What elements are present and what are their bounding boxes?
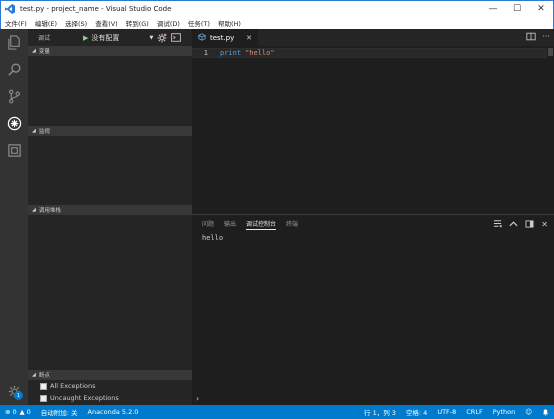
window-title: test.py - project_name - Visual Studio C…: [20, 4, 172, 13]
debug-config-select[interactable]: 没有配置 ▼: [91, 33, 153, 43]
debug-settings-icon[interactable]: [156, 32, 167, 43]
chevron-down-icon: ▼: [149, 34, 154, 41]
minimize-button[interactable]: —: [481, 1, 505, 16]
code-string: "hello": [245, 49, 275, 57]
warning-icon: ▲: [19, 408, 25, 416]
code-line: 1 print "hello": [192, 48, 547, 58]
code-keyword: print: [220, 49, 242, 57]
tab-output[interactable]: 输出: [224, 219, 236, 229]
auto-attach-status[interactable]: 自动附加: 关: [36, 407, 83, 417]
breakpoint-checkbox[interactable]: [40, 382, 47, 390]
collapse-triangle-icon: ◢: [32, 48, 36, 54]
debug-sidebar: 调试 ▶ 没有配置 ▼ ◢ 变量 ◢ 监视 ◢ 调用堆栈 ◢ 断点 All Ex…: [28, 29, 192, 405]
settings-gear-icon[interactable]: 1: [0, 381, 28, 401]
debug-title: 调试: [38, 35, 51, 42]
title-bar: test.py - project_name - Visual Studio C…: [0, 0, 554, 16]
panel-actions: ✕: [493, 219, 548, 230]
breakpoint-all-exceptions[interactable]: All Exceptions: [40, 382, 96, 390]
menu-bar: 文件(F) 编辑(E) 选择(S) 查看(V) 转到(G) 调试(D) 任务(T…: [0, 16, 554, 29]
panel-layout-icon[interactable]: [525, 219, 534, 230]
section-call-stack[interactable]: ◢ 调用堆栈: [28, 205, 192, 215]
tab-terminal[interactable]: 终端: [286, 219, 298, 229]
error-icon: ⊗: [5, 408, 11, 416]
editor-tabs: test.py ✕ ···: [192, 29, 554, 46]
split-editor-icon[interactable]: [526, 32, 536, 43]
activity-bar: 1: [0, 29, 28, 405]
menu-view[interactable]: 查看(V): [91, 18, 122, 28]
breakpoint-label: Uncaught Exceptions: [50, 394, 119, 402]
menu-help[interactable]: 帮助(H): [214, 18, 245, 28]
debug-icon[interactable]: [0, 110, 28, 137]
section-call-stack-label: 调用堆栈: [38, 208, 61, 214]
start-debugging-button[interactable]: ▶: [83, 34, 88, 42]
bottom-panel: 问题 输出 调试控制台 终端 ✕ hello ›: [192, 214, 554, 405]
close-panel-icon[interactable]: ✕: [541, 220, 548, 229]
editor-scrollbar[interactable]: [547, 46, 554, 214]
menu-debug[interactable]: 调试(D): [153, 18, 184, 28]
indentation[interactable]: 空格: 4: [401, 407, 432, 417]
python-file-icon: [197, 32, 207, 43]
line-number: 1: [203, 49, 208, 57]
search-icon[interactable]: [0, 56, 28, 83]
more-actions-icon[interactable]: ···: [542, 32, 550, 43]
source-control-icon[interactable]: [0, 83, 28, 110]
section-variables[interactable]: ◢ 变量: [28, 46, 192, 56]
debug-config-value: 没有配置: [91, 33, 120, 42]
console-output: hello: [202, 234, 224, 242]
breakpoint-label: All Exceptions: [50, 382, 96, 390]
tab-problems[interactable]: 问题: [202, 219, 214, 229]
editor-actions: ···: [526, 32, 550, 43]
notifications-bell-icon[interactable]: [537, 408, 554, 416]
section-watch-label: 监视: [38, 129, 50, 135]
collapse-triangle-icon: ◢: [32, 372, 36, 378]
files-icon[interactable]: [0, 29, 28, 56]
error-count: 0: [12, 408, 17, 416]
tab-test-py[interactable]: test.py ✕: [192, 29, 258, 46]
collapse-triangle-icon: ◢: [32, 207, 36, 213]
close-window-button[interactable]: ✕: [529, 1, 553, 16]
extensions-icon[interactable]: [0, 137, 28, 164]
section-breakpoints[interactable]: ◢ 断点: [28, 370, 192, 380]
tab-label: test.py: [210, 33, 235, 42]
section-variables-label: 变量: [38, 49, 50, 55]
menu-goto[interactable]: 转到(G): [122, 18, 153, 28]
end-of-line[interactable]: CRLF: [461, 408, 487, 416]
section-breakpoints-label: 断点: [38, 373, 50, 379]
maximize-panel-icon[interactable]: [509, 220, 518, 229]
menu-file[interactable]: 文件(F): [1, 18, 31, 28]
settings-badge: 1: [14, 391, 23, 400]
breakpoint-uncaught-exceptions[interactable]: Uncaught Exceptions: [40, 394, 119, 402]
scroll-thumb[interactable]: [548, 48, 553, 56]
status-bar: ⊗ 0 ▲ 0 自动附加: 关 Anaconda 5.2.0 行 1，列 3 空…: [0, 405, 554, 419]
menu-edit[interactable]: 编辑(E): [31, 18, 61, 28]
code-editor[interactable]: 1 print "hello": [192, 46, 554, 214]
python-interpreter[interactable]: Anaconda 5.2.0: [83, 408, 144, 416]
language-mode[interactable]: Python: [488, 408, 521, 416]
section-watch[interactable]: ◢ 监视: [28, 126, 192, 136]
encoding[interactable]: UTF-8: [432, 408, 461, 416]
menu-tasks[interactable]: 任务(T): [184, 18, 214, 28]
breakpoint-checkbox[interactable]: [40, 394, 47, 402]
maximize-button[interactable]: ☐: [505, 1, 529, 16]
warning-count: 0: [26, 408, 31, 416]
console-input-prompt[interactable]: ›: [196, 394, 199, 403]
debug-toolbar: 调试 ▶ 没有配置 ▼: [28, 29, 192, 46]
vscode-logo-icon: [5, 3, 15, 14]
cursor-position[interactable]: 行 1，列 3: [359, 407, 401, 417]
problems-status[interactable]: ⊗ 0 ▲ 0: [0, 408, 36, 416]
close-icon[interactable]: ✕: [246, 34, 252, 42]
menu-selection[interactable]: 选择(S): [61, 18, 91, 28]
clear-console-icon[interactable]: [493, 219, 503, 230]
feedback-smiley-icon[interactable]: ☺: [520, 408, 537, 416]
collapse-triangle-icon: ◢: [32, 128, 36, 134]
tab-debug-console[interactable]: 调试控制台: [246, 219, 277, 230]
debug-console-icon[interactable]: [170, 32, 181, 43]
